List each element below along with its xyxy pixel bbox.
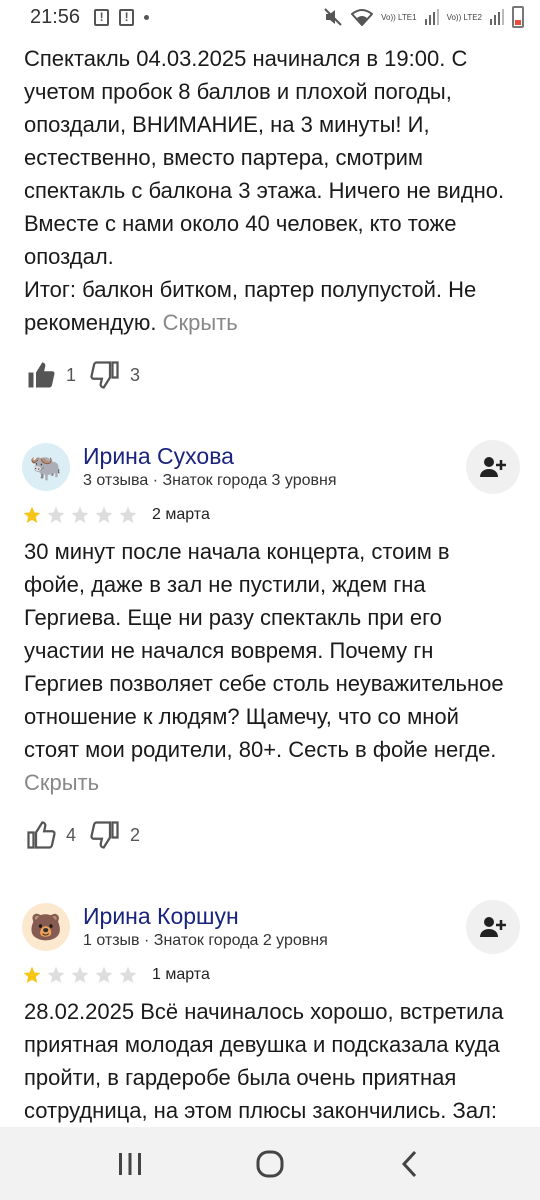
dislike-count: 3: [130, 364, 141, 385]
review-votes: 4 2: [0, 813, 540, 857]
star-empty-icon: [47, 506, 65, 523]
star-empty-icon: [95, 506, 113, 523]
system-icons: Vo)) LTE1 Vo)) LTE2: [323, 6, 524, 28]
navigation-bar: [0, 1127, 540, 1200]
author-meta: 1 отзыв · Знаток города 2 уровня: [83, 932, 328, 949]
add-person-icon: [480, 917, 506, 937]
alert-notification-icon: !: [94, 8, 110, 26]
like-count: 4: [66, 824, 77, 845]
dislike-count: 2: [130, 824, 141, 845]
notification-icons: ! !: [94, 8, 150, 26]
star-empty-icon: [119, 506, 137, 523]
battery-icon: [512, 6, 524, 28]
like-count: 1: [66, 364, 77, 385]
reviews-list[interactable]: Спектакль 04.03.2025 начинался в 19:00. …: [0, 34, 540, 1127]
recent-apps-icon: [119, 1152, 141, 1175]
follow-button[interactable]: [466, 440, 520, 494]
review-votes: 1 3: [0, 353, 540, 397]
like-button[interactable]: 1: [26, 360, 76, 390]
home-button[interactable]: [240, 1134, 300, 1194]
wifi-icon: [351, 9, 374, 26]
mute-icon: [324, 8, 342, 26]
status-bar: 21:56 ! ! Vo)) LTE1 Vo)) LTE2: [0, 0, 540, 34]
star-filled-icon: [23, 506, 41, 523]
review-body: 30 минут после начала концерта, стоим в …: [24, 539, 504, 762]
star-empty-icon: [47, 966, 65, 983]
add-person-icon: [480, 457, 506, 477]
review-card: Спектакль 04.03.2025 начинался в 19:00. …: [0, 42, 540, 397]
hide-button[interactable]: Скрыть: [24, 770, 99, 795]
review-text: Спектакль 04.03.2025 начинался в 19:00. …: [0, 42, 540, 339]
author-row: 🐃 Ирина Сухова 3 отзыва · Знаток города …: [0, 439, 540, 495]
yak-avatar-icon[interactable]: 🐃: [22, 443, 70, 491]
author-name[interactable]: Ирина Коршун: [83, 902, 466, 930]
more-notifications-icon: [144, 14, 150, 20]
star-filled-icon: [23, 966, 41, 983]
thumbs-down-icon: [90, 821, 119, 849]
author-name[interactable]: Ирина Сухова: [83, 442, 466, 470]
review-date: 2 марта: [152, 506, 210, 523]
signal-bars-icon: [424, 9, 439, 25]
review-card: 🐃 Ирина Сухова 3 отзыва · Знаток города …: [0, 439, 540, 857]
back-button[interactable]: [380, 1134, 440, 1194]
review-date: 1 марта: [152, 966, 210, 983]
home-icon: [256, 1150, 284, 1177]
recent-apps-button[interactable]: [100, 1134, 160, 1194]
follow-button[interactable]: [466, 900, 520, 954]
like-button[interactable]: 4: [26, 820, 76, 850]
star-empty-icon: [71, 506, 89, 523]
hide-button[interactable]: Скрыть: [163, 310, 238, 335]
star-empty-icon: [119, 966, 137, 983]
alert-notification-icon: !: [119, 8, 135, 26]
signal-bars-icon: [490, 9, 504, 25]
star-empty-icon: [71, 966, 89, 983]
thumbs-down-icon: [90, 361, 119, 389]
sim1-indicator: Vo)) LTE1: [381, 12, 417, 22]
author-info: Ирина Сухова 3 отзыва · Знаток города 3 …: [83, 442, 466, 492]
thumbs-up-icon: [27, 821, 56, 849]
status-time: 21:56: [30, 5, 81, 28]
author-row: 🐻 Ирина Коршун 1 отзыв · Знаток города 2…: [0, 899, 540, 955]
rating-stars: 2 марта: [0, 495, 540, 535]
star-empty-icon: [95, 966, 113, 983]
review-text: 30 минут после начала концерта, стоим в …: [0, 535, 540, 799]
bear-avatar-icon[interactable]: 🐻: [22, 903, 70, 951]
thumbs-up-filled-icon: [28, 362, 55, 388]
author-meta: 3 отзыва · Знаток города 3 уровня: [83, 472, 337, 489]
review-card: 🐻 Ирина Коршун 1 отзыв · Знаток города 2…: [0, 899, 540, 1127]
dislike-button[interactable]: 3: [90, 360, 140, 390]
review-text: 28.02.2025 Всё начиналось хорошо, встрет…: [24, 999, 504, 1123]
author-info: Ирина Коршун 1 отзыв · Знаток города 2 у…: [83, 902, 466, 952]
sim2-indicator: Vo)) LTE2: [446, 12, 482, 22]
dislike-button[interactable]: 2: [90, 820, 140, 850]
back-chevron-icon: [401, 1150, 417, 1177]
rating-stars: 1 марта: [0, 955, 540, 995]
review-body: Спектакль 04.03.2025 начинался в 19:00. …: [24, 46, 505, 335]
